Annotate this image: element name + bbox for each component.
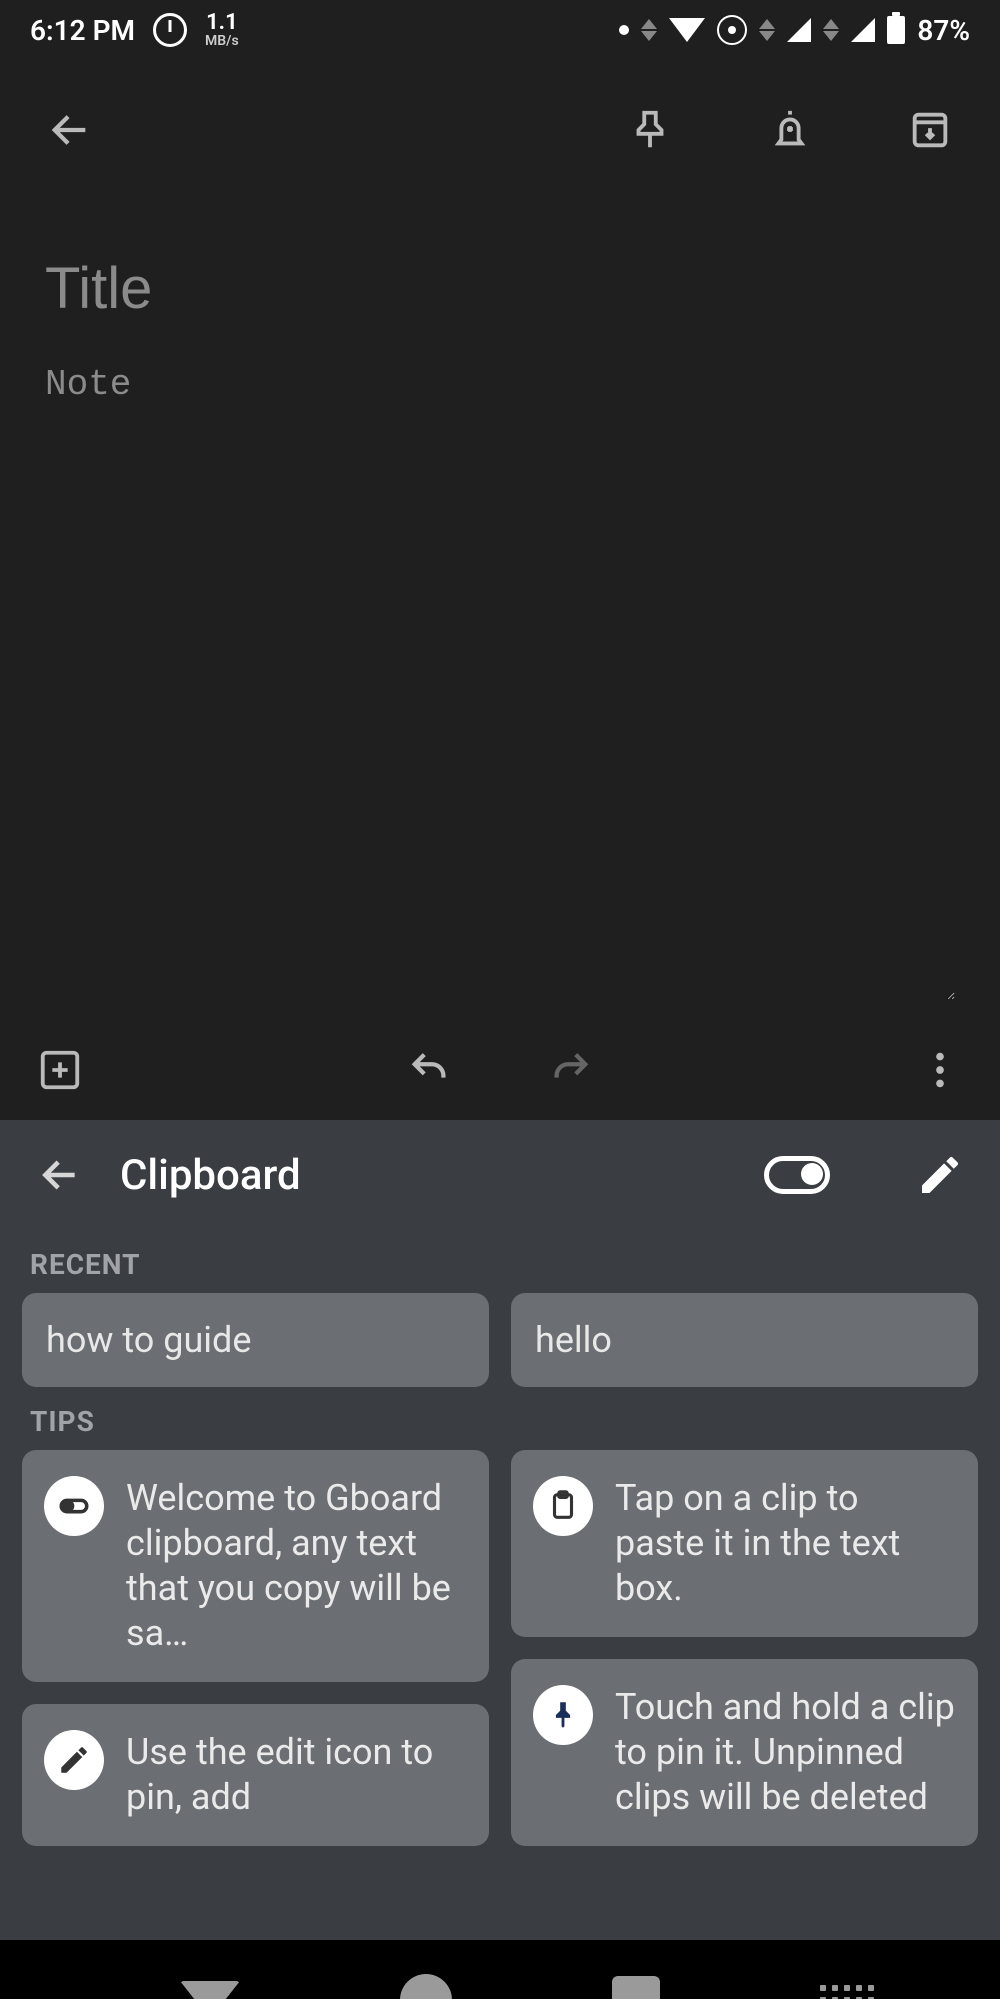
network-speed: 1.1 MB/s xyxy=(205,12,239,48)
clip-item[interactable]: hello xyxy=(511,1293,978,1387)
system-nav-bar xyxy=(0,1940,1000,1999)
add-button[interactable] xyxy=(30,1040,90,1100)
pencil-icon xyxy=(44,1730,104,1790)
tip-welcome[interactable]: Welcome to Gboard clipboard, any text th… xyxy=(22,1450,489,1682)
battery-icon xyxy=(887,16,905,44)
nav-recent-button[interactable] xyxy=(612,1976,660,1999)
tip-edit[interactable]: Use the edit icon to pin, add xyxy=(22,1704,489,1846)
dot-icon xyxy=(619,25,629,35)
tip-text: Use the edit icon to pin, add xyxy=(126,1730,467,1820)
data-arrows-icon xyxy=(641,19,657,41)
nav-keyboard-button[interactable] xyxy=(820,1985,870,1999)
tip-hold[interactable]: Touch and hold a clip to pin it. Unpinne… xyxy=(511,1659,978,1846)
data-arrows-icon-3 xyxy=(823,19,839,41)
redo-button[interactable] xyxy=(540,1040,600,1100)
wifi-icon xyxy=(669,18,705,42)
status-bar: 6:12 PM 1.1 MB/s 87% xyxy=(0,0,1000,60)
tips-grid: Welcome to Gboard clipboard, any text th… xyxy=(0,1450,1000,1846)
note-editor xyxy=(0,200,1000,1020)
clipboard-toggle[interactable] xyxy=(764,1156,830,1194)
clip-item[interactable]: how to guide xyxy=(22,1293,489,1387)
reminder-button[interactable] xyxy=(760,100,820,160)
tip-tap[interactable]: Tap on a clip to paste it in the text bo… xyxy=(511,1450,978,1637)
app-top-bar xyxy=(0,60,1000,200)
tip-text: Touch and hold a clip to pin it. Unpinne… xyxy=(615,1685,956,1820)
clipboard-edit-button[interactable] xyxy=(910,1145,970,1205)
undo-button[interactable] xyxy=(400,1040,460,1100)
signal-icon-1 xyxy=(787,18,811,42)
clipboard-panel: Clipboard RECENT how to guide hello TIPS… xyxy=(0,1120,1000,1940)
clipboard-icon xyxy=(533,1476,593,1536)
back-button[interactable] xyxy=(40,100,100,160)
recent-section-label: RECENT xyxy=(0,1230,1000,1293)
pin-button[interactable] xyxy=(620,100,680,160)
tip-text: Welcome to Gboard clipboard, any text th… xyxy=(126,1476,467,1656)
toggle-icon xyxy=(44,1476,104,1536)
note-body-input[interactable] xyxy=(45,364,955,1000)
editor-bottom-toolbar xyxy=(0,1020,1000,1120)
hotspot-icon xyxy=(717,15,747,45)
tips-section-label: TIPS xyxy=(0,1387,1000,1450)
battery-percent: 87% xyxy=(917,14,970,47)
utorrent-icon xyxy=(153,13,187,47)
nav-back-button[interactable] xyxy=(180,1981,240,1999)
data-arrows-icon-2 xyxy=(759,19,775,41)
pin-icon xyxy=(533,1685,593,1745)
signal-icon-2 xyxy=(851,18,875,42)
archive-button[interactable] xyxy=(900,100,960,160)
status-time: 6:12 PM xyxy=(30,14,135,47)
tip-text: Tap on a clip to paste it in the text bo… xyxy=(615,1476,956,1611)
clipboard-title: Clipboard xyxy=(120,1151,744,1200)
recent-clips: how to guide hello xyxy=(0,1293,1000,1387)
more-options-button[interactable] xyxy=(910,1040,970,1100)
title-input[interactable] xyxy=(45,255,955,322)
clipboard-back-button[interactable] xyxy=(30,1145,90,1205)
clipboard-header: Clipboard xyxy=(0,1120,1000,1230)
nav-home-button[interactable] xyxy=(400,1974,452,1999)
